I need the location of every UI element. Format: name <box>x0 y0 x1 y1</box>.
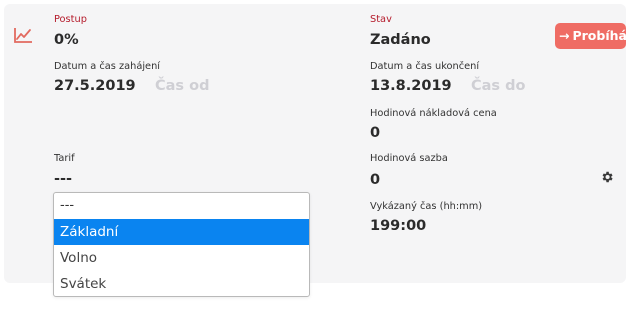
arrow-right-icon: → <box>559 28 570 43</box>
tariff-option-volno[interactable]: Volno <box>54 245 309 271</box>
end-date-value[interactable]: 13.8.2019 <box>370 77 452 95</box>
progress-value: 0% <box>54 32 79 48</box>
hourly-rate-label: Hodinová sazba <box>370 153 448 164</box>
status-progress-button[interactable]: → Probíhá <box>555 23 626 49</box>
start-datetime-label: Datum a čas zahájení <box>54 61 161 72</box>
tariff-option-svatek[interactable]: Svátek <box>54 271 309 296</box>
tariff-option-zakladni[interactable]: Základní <box>54 219 309 245</box>
hourly-cost-value: 0 <box>370 125 381 141</box>
hourly-cost-label: Hodinová nákladová cena <box>370 108 497 119</box>
reported-time-label: Vykázaný čas (hh:mm) <box>370 201 483 212</box>
reported-time-value: 199:00 <box>370 218 427 234</box>
hourly-rate-value: 0 <box>370 172 381 188</box>
gear-icon[interactable] <box>600 170 614 184</box>
end-datetime-label: Datum a čas ukončení <box>370 61 480 72</box>
tariff-dropdown-search[interactable]: --- <box>54 193 309 219</box>
status-button-label: Probíhá <box>572 28 626 43</box>
start-time-input[interactable]: Čas od <box>155 77 209 95</box>
tariff-label: Tarif <box>54 153 75 164</box>
tariff-select[interactable]: --- <box>54 170 72 188</box>
state-label: Stav <box>370 14 392 25</box>
end-time-input[interactable]: Čas do <box>471 77 525 95</box>
line-chart-icon <box>14 28 32 43</box>
state-value: Zadáno <box>370 32 431 48</box>
progress-label: Postup <box>54 14 87 25</box>
start-date-value[interactable]: 27.5.2019 <box>54 77 136 95</box>
tariff-dropdown: --- Základní Volno Svátek <box>53 192 310 297</box>
